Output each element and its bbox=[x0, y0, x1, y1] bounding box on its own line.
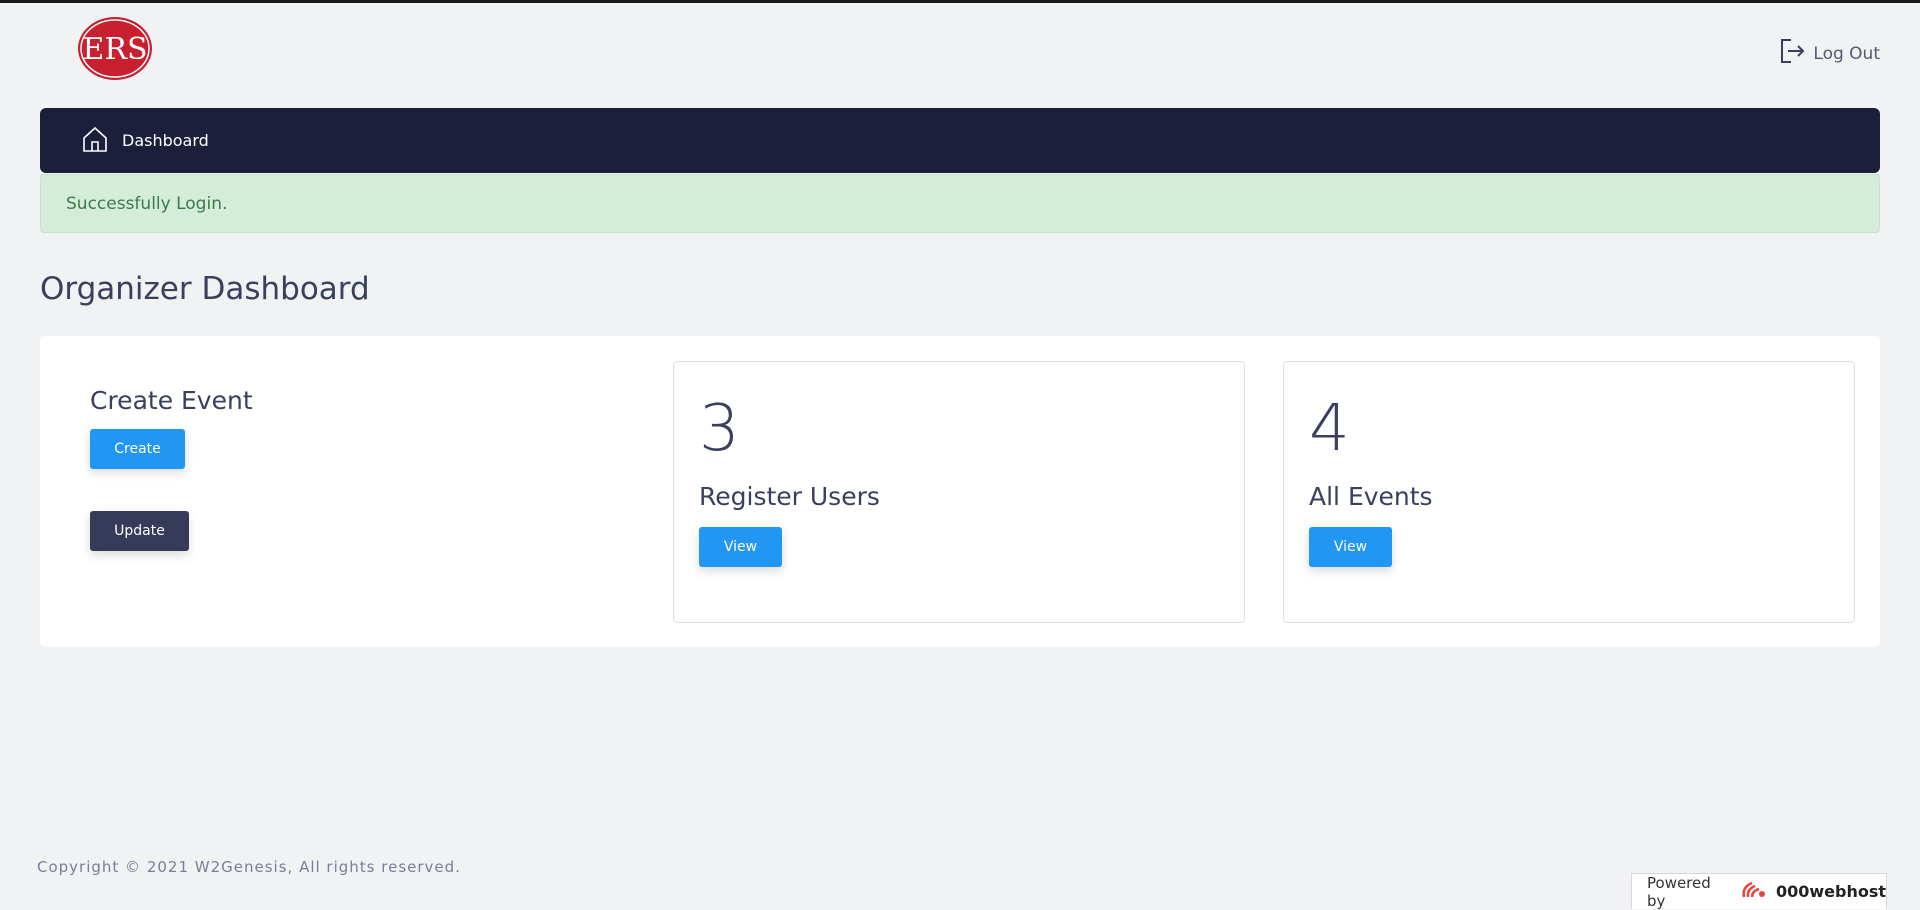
users-count: 3 bbox=[699, 392, 740, 466]
register-users-card: 3 Register Users View bbox=[673, 361, 1245, 623]
all-events-card: 4 All Events View bbox=[1283, 361, 1855, 623]
logout-button[interactable]: Log Out bbox=[1777, 36, 1880, 71]
create-button[interactable]: Create bbox=[90, 429, 185, 469]
powered-by-badge[interactable]: Powered by 000webhost bbox=[1631, 873, 1887, 910]
create-event-section: Create Event Create Update bbox=[90, 386, 253, 551]
webhost-logo-icon bbox=[1740, 879, 1768, 905]
update-button[interactable]: Update bbox=[90, 511, 189, 551]
nav-item-dashboard[interactable]: Dashboard bbox=[80, 124, 209, 158]
logout-icon bbox=[1777, 36, 1807, 71]
svg-text:ERS: ERS bbox=[82, 32, 147, 67]
nav-item-label: Dashboard bbox=[122, 131, 209, 150]
webhost-brand: 000webhost bbox=[1775, 882, 1886, 901]
ers-logo[interactable]: ERS bbox=[77, 16, 153, 81]
success-alert: Successfully Login. bbox=[40, 174, 1880, 233]
view-events-button[interactable]: View bbox=[1309, 527, 1392, 567]
create-event-title: Create Event bbox=[90, 386, 253, 415]
powered-by-label: Powered by bbox=[1647, 873, 1711, 910]
home-icon bbox=[80, 124, 110, 158]
header: ERS Log Out bbox=[0, 3, 1920, 103]
events-count: 4 bbox=[1309, 392, 1350, 466]
view-users-button[interactable]: View bbox=[699, 527, 782, 567]
footer-copyright: Copyright © 2021 W2Genesis, All rights r… bbox=[37, 858, 461, 876]
events-label: All Events bbox=[1309, 482, 1433, 511]
main-navbar: Dashboard bbox=[40, 108, 1880, 173]
logout-label: Log Out bbox=[1813, 43, 1880, 64]
page-title: Organizer Dashboard bbox=[40, 271, 370, 307]
dashboard-card: Create Event Create Update 3 Register Us… bbox=[40, 336, 1880, 647]
users-label: Register Users bbox=[699, 482, 880, 511]
alert-message: Successfully Login. bbox=[66, 193, 228, 214]
